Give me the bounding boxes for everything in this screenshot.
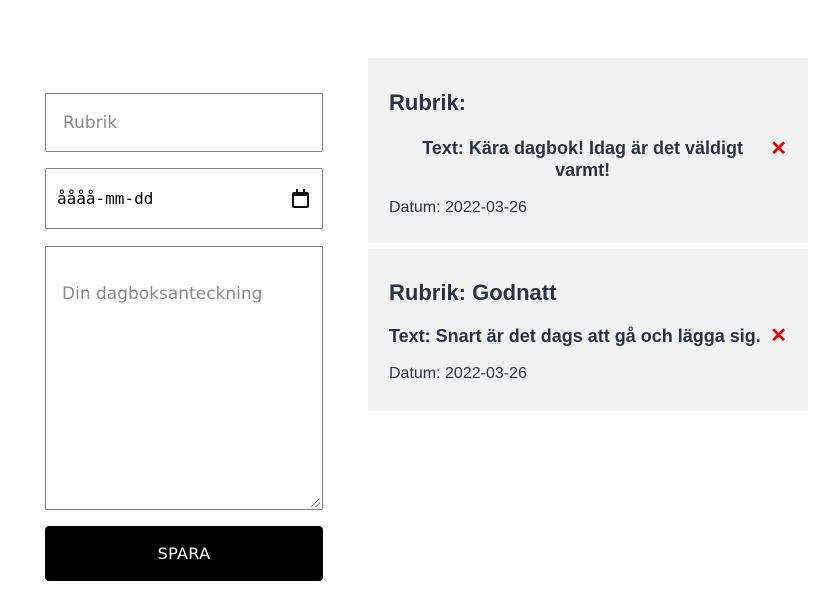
diary-form: Rubrik åååå-mm-dd Din dagboksanteckning … (45, 93, 323, 581)
resize-grip-icon[interactable] (311, 498, 320, 507)
delete-icon[interactable]: ✕ (770, 325, 787, 347)
entry-text-row: Text: Kära dagbok! Idag är det väldigt v… (389, 137, 787, 181)
entry-card: Rubrik: Godnatt Text: Snart är det dags … (368, 249, 808, 411)
entry-text-row: Text: Snart är det dags att gå och lägga… (389, 325, 787, 347)
title-placeholder: Rubrik (63, 112, 118, 133)
entry-text: Text: Kära dagbok! Idag är det väldigt v… (422, 138, 743, 180)
entry-textarea[interactable]: Din dagboksanteckning (45, 246, 323, 510)
save-button[interactable]: SPARA (45, 526, 323, 581)
entry-text: Text: Snart är det dags att gå och lägga… (389, 326, 761, 346)
date-placeholder: åååå-mm-dd (57, 189, 154, 208)
calendar-icon[interactable] (291, 188, 310, 209)
entry-list: Rubrik: Text: Kära dagbok! Idag är det v… (368, 58, 808, 417)
entry-title: Rubrik: (389, 90, 466, 115)
title-input[interactable]: Rubrik (45, 93, 323, 152)
entry-date: Datum: 2022-03-26 (389, 199, 527, 216)
entry-card: Rubrik: Text: Kära dagbok! Idag är det v… (368, 58, 808, 243)
delete-icon[interactable]: ✕ (770, 138, 787, 160)
textarea-placeholder: Din dagboksanteckning (62, 284, 263, 304)
date-input[interactable]: åååå-mm-dd (45, 168, 323, 229)
entry-date: Datum: 2022-03-26 (389, 365, 527, 382)
entry-title: Rubrik: Godnatt (389, 280, 557, 305)
